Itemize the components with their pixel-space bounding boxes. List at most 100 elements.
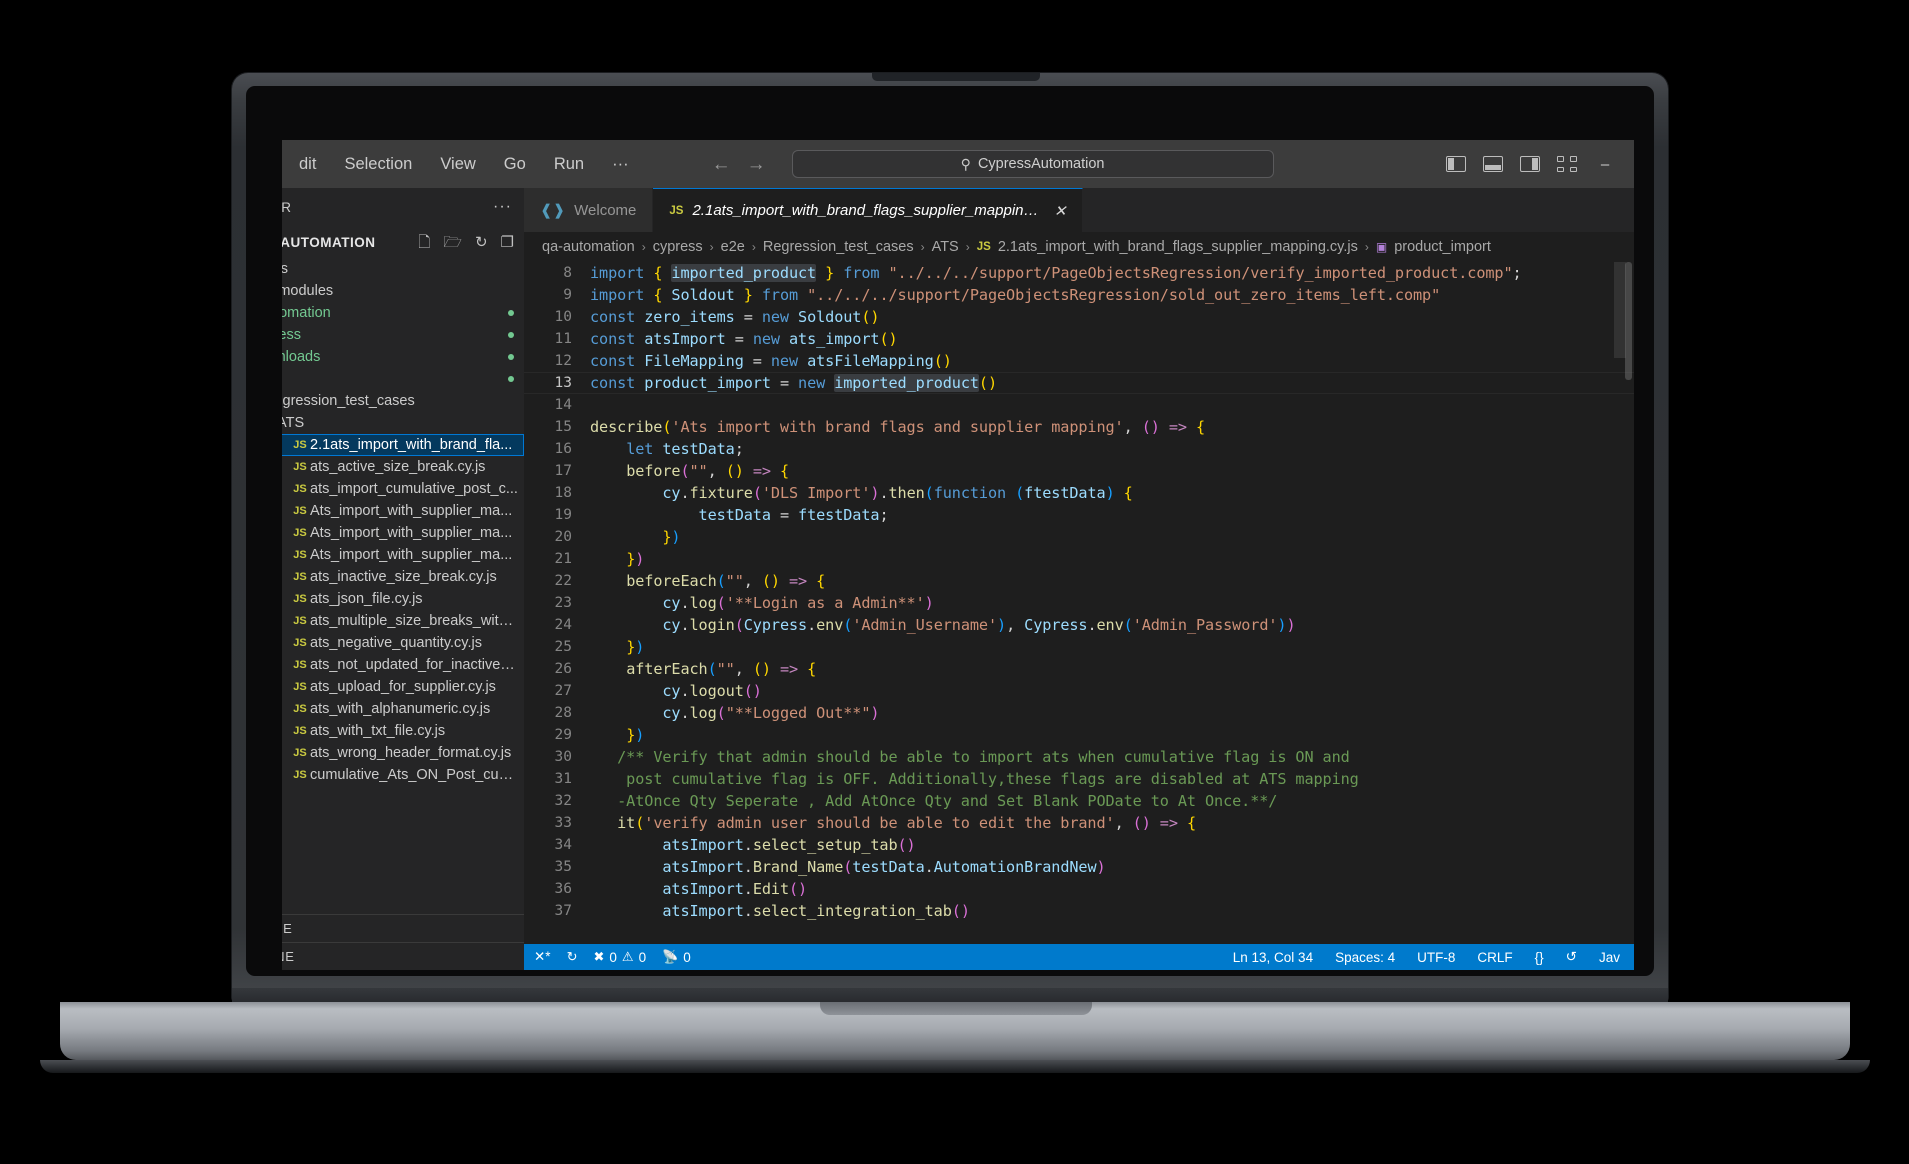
new-file-icon[interactable]: 🗋 <box>418 235 430 250</box>
tree-file-item[interactable]: JS ats_wrong_header_format.cy.js <box>282 742 524 764</box>
refresh-icon[interactable]: ↻ <box>475 235 488 250</box>
menu-item-selection[interactable]: Selection <box>341 152 415 177</box>
menu-item-go[interactable]: Go <box>501 152 529 177</box>
tree-file-item[interactable]: JS 2.1ats_import_with_brand_fla... <box>282 434 524 456</box>
menu-item-run[interactable]: Run <box>551 152 587 177</box>
tree-file-item[interactable]: JS ats_active_size_break.cy.js <box>282 456 524 478</box>
explorer-more-actions-icon[interactable]: ··· <box>493 198 512 216</box>
tree-file-item[interactable]: JS Ats_import_with_supplier_ma... <box>282 500 524 522</box>
code-line[interactable]: 13 const product_import = new imported_pr… <box>524 372 1634 394</box>
tree-folder-item[interactable]: ⌄ATS <box>282 412 524 434</box>
breadcrumb-item-2[interactable]: e2e <box>721 239 745 255</box>
code-line[interactable]: 26 afterEach("", () => { <box>524 658 1634 680</box>
timeline-section-header[interactable]: › MELINE <box>282 942 524 970</box>
tab-active-file[interactable]: JS 2.1ats_import_with_brand_flags_suppli… <box>653 188 1084 232</box>
tree-file-item[interactable]: JS ats_with_txt_file.cy.js <box>282 720 524 742</box>
editor-scrollbar-thumb[interactable] <box>1625 262 1632 380</box>
back-arrow-icon[interactable]: ← <box>712 155 731 174</box>
code-line[interactable]: 31 post cumulative flag is OFF. Addition… <box>524 768 1634 790</box>
tree-file-item[interactable]: JS ats_import_cumulative_post_c... <box>282 478 524 500</box>
code-line[interactable]: 16 let testData; <box>524 438 1634 460</box>
breadcrumb-symbol[interactable]: product_import <box>1394 239 1491 255</box>
code-line[interactable]: 22 beforeEach("", () => { <box>524 570 1634 592</box>
tree-file-item[interactable]: JS ats_multiple_size_breaks_with... <box>282 610 524 632</box>
menu-item-more[interactable]: ··· <box>609 152 631 177</box>
code-line[interactable]: 36 atsImport.Edit() <box>524 878 1634 900</box>
code-line[interactable]: 18 cy.fixture('DLS Import').then(functio… <box>524 482 1634 504</box>
code-line[interactable]: 25 }) <box>524 636 1634 658</box>
code-line[interactable]: 34 atsImport.select_setup_tab() <box>524 834 1634 856</box>
breadcrumb-item-0[interactable]: qa-automation <box>542 239 635 255</box>
code-line[interactable]: 9 import { Soldout } from "../../../suppo… <box>524 284 1634 306</box>
indentation-setting[interactable]: Spaces: 4 <box>1335 950 1395 965</box>
code-line[interactable]: 21 }) <box>524 548 1634 570</box>
tab-welcome[interactable]: ❰❱ Welcome <box>524 188 654 232</box>
close-icon[interactable]: ✕ <box>1054 202 1067 220</box>
code-line[interactable]: 27 cy.logout() <box>524 680 1634 702</box>
tree-file-item[interactable]: JS ats_upload_for_supplier.cy.js <box>282 676 524 698</box>
encoding-setting[interactable]: UTF-8 <box>1417 950 1455 965</box>
tree-folder-item[interactable]: cypress <box>282 258 524 280</box>
tree-file-item[interactable]: JS ats_not_updated_for_inactive_... <box>282 654 524 676</box>
code-line[interactable]: 35 atsImport.Brand_Name(testData.Automat… <box>524 856 1634 878</box>
tree-folder-item[interactable]: ›downloads <box>282 346 524 368</box>
breadcrumb-item-1[interactable]: cypress <box>653 239 703 255</box>
command-search-input[interactable]: ⚲ CypressAutomation <box>791 150 1274 178</box>
code-line[interactable]: 19 testData = ftestData; <box>524 504 1634 526</box>
menu-item-view[interactable]: View <box>437 152 478 177</box>
brackets-icon[interactable]: {} <box>1535 950 1544 965</box>
code-line[interactable]: 20 }) <box>524 526 1634 548</box>
problems-indicator[interactable]: ✖ 0 ⚠ 0 <box>593 949 646 965</box>
code-line[interactable]: 37 atsImport.select_integration_tab() <box>524 900 1634 922</box>
code-line[interactable]: 30 /** Verify that admin should be able … <box>524 746 1634 768</box>
toggle-secondary-sidebar-icon[interactable] <box>1520 156 1540 172</box>
tree-file-item[interactable]: JS ats_json_file.cy.js <box>282 588 524 610</box>
new-folder-icon[interactable]: 🗁 <box>443 235 462 250</box>
tree-file-item[interactable]: JS ats_with_alphanumeric.cy.js <box>282 698 524 720</box>
minimize-button[interactable]: – <box>1594 156 1616 173</box>
sync-spin-icon[interactable]: ↺ <box>1566 949 1577 965</box>
source-control-sync-button[interactable]: ↻ <box>567 949 578 965</box>
code-line[interactable]: 29 }) <box>524 724 1634 746</box>
ports-indicator[interactable]: 📡 0 <box>662 949 691 965</box>
code-line[interactable]: 12 const FileMapping = new atsFileMapping… <box>524 350 1634 372</box>
tree-file-item[interactable]: JS Ats_import_with_supplier_ma... <box>282 544 524 566</box>
tree-folder-item[interactable]: qa-automation <box>282 302 524 324</box>
tree-file-item[interactable]: JS ats_inactive_size_break.cy.js <box>282 566 524 588</box>
code-line[interactable]: 8 import { imported_product } from "../..… <box>524 262 1634 284</box>
code-line[interactable]: 14 <box>524 394 1634 416</box>
code-line[interactable]: 17 before("", () => { <box>524 460 1634 482</box>
breadcrumb[interactable]: qa-automation › cypress › e2e › Regressi… <box>524 232 1634 262</box>
code-editor[interactable]: 8 import { imported_product } from "../..… <box>524 262 1634 944</box>
tree-folder-item[interactable]: ⌄Regression_test_cases <box>282 390 524 412</box>
tree-folder-item[interactable]: cypress <box>282 324 524 346</box>
tree-file-item[interactable]: JS cumulative_Ats_ON_Post_cum... <box>282 764 524 786</box>
language-mode[interactable]: Jav <box>1599 950 1620 965</box>
tree-folder-item[interactable]: node_modules <box>282 280 524 302</box>
file-tree[interactable]: cypress node_modules qa-automation cypress ›… <box>282 258 524 914</box>
code-line[interactable]: 11 const atsImport = new ats_import() <box>524 328 1634 350</box>
breadcrumb-file[interactable]: 2.1ats_import_with_brand_flags_supplier_… <box>998 239 1358 255</box>
code-line[interactable]: 28 cy.log("**Logged Out**") <box>524 702 1634 724</box>
code-line[interactable]: 33 it('verify admin user should be able … <box>524 812 1634 834</box>
forward-arrow-icon[interactable]: → <box>747 155 766 174</box>
cursor-position[interactable]: Ln 13, Col 34 <box>1233 950 1313 965</box>
remote-indicator[interactable]: ✕* <box>534 949 551 965</box>
menu-item-edit[interactable]: dit <box>296 152 319 177</box>
customize-layout-icon[interactable] <box>1557 156 1577 172</box>
eol-setting[interactable]: CRLF <box>1477 950 1512 965</box>
code-line[interactable]: 10 const zero_items = new Soldout() <box>524 306 1634 328</box>
code-line[interactable]: 15 describe('Ats import with brand flags … <box>524 416 1634 438</box>
toggle-panel-icon[interactable] <box>1483 156 1503 172</box>
code-line[interactable]: 24 cy.login(Cypress.env('Admin_Username'… <box>524 614 1634 636</box>
breadcrumb-item-3[interactable]: Regression_test_cases <box>763 239 914 255</box>
breadcrumb-item-4[interactable]: ATS <box>932 239 959 255</box>
collapse-all-icon[interactable]: ❐ <box>501 235 514 250</box>
code-line[interactable]: 23 cy.log('**Login as a Admin**') <box>524 592 1634 614</box>
code-line[interactable]: 32 -AtOnce Qty Seperate , Add AtOnce Qty… <box>524 790 1634 812</box>
outline-section-header[interactable]: › UTLINE <box>282 914 524 942</box>
project-root-row[interactable]: PRESSAUTOMATION 🗋 🗁 ↻ ❐ <box>282 226 524 258</box>
tree-folder-item[interactable]: ⌄e2e <box>282 368 524 390</box>
tree-file-item[interactable]: JS ats_negative_quantity.cy.js <box>282 632 524 654</box>
toggle-primary-sidebar-icon[interactable] <box>1446 156 1466 172</box>
